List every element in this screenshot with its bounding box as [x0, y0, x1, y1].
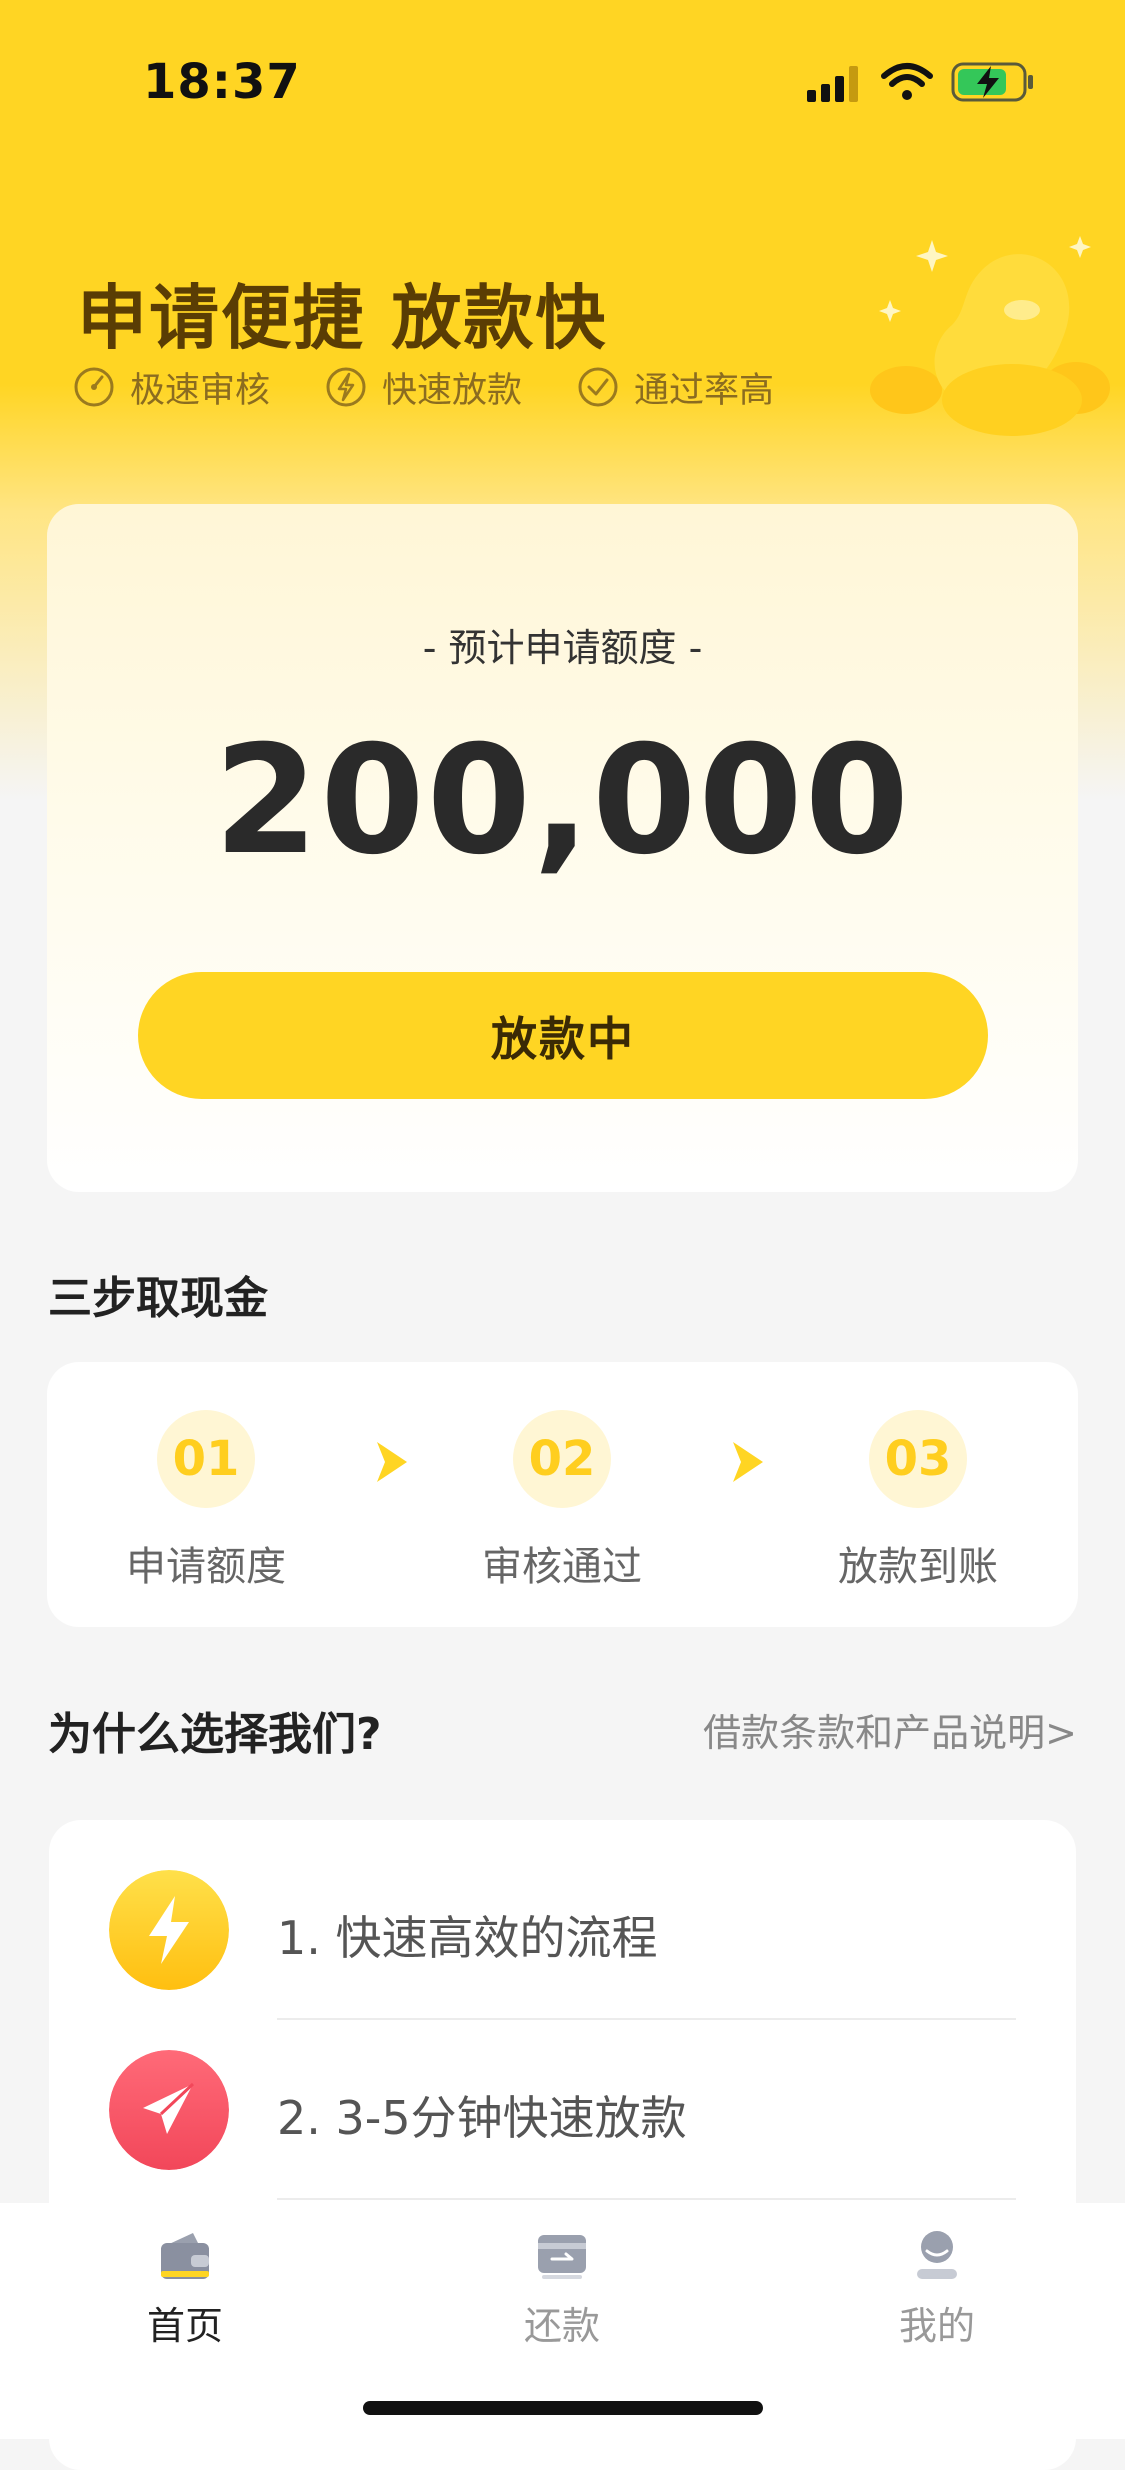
- tab-label: 首页: [146, 2304, 223, 2348]
- quota-amount: 200,000: [213, 714, 912, 888]
- why-title: 为什么选择我们?: [48, 1709, 382, 1760]
- quota-card: - 预计申请额度 - 200,000 放款中: [47, 504, 1078, 1192]
- feature-high-approval: 通过率高: [576, 362, 774, 412]
- wifi-icon: [881, 63, 933, 100]
- step-label: 放款到账: [838, 1544, 998, 1590]
- bean-decoration-icon: [870, 236, 1110, 436]
- arrow-right-icon: [733, 1442, 763, 1482]
- speedometer-icon: [74, 367, 114, 407]
- wallet-icon: [161, 2233, 209, 2279]
- quota-label: - 预计申请额度 -: [422, 626, 703, 670]
- why-item-text: 1. 快速高效的流程: [277, 1911, 658, 1965]
- tab-label: 我的: [898, 2304, 975, 2348]
- user-icon: [917, 2231, 957, 2279]
- check-circle-icon: [578, 367, 618, 407]
- battery-icon: [951, 62, 1033, 102]
- status-bar: 18:37: [0, 0, 1125, 140]
- terms-link[interactable]: 借款条款和产品说明>: [703, 1702, 1077, 1757]
- step-item: 03 放款到账: [798, 1410, 1038, 1592]
- hero-title: 申请便捷 放款快: [77, 277, 608, 359]
- feature-fast-loan: 快速放款: [324, 362, 522, 412]
- why-item: 1. 快速高效的流程: [49, 1840, 1076, 2020]
- home-indicator: [363, 2401, 763, 2415]
- step-number: 01: [157, 1410, 255, 1508]
- step-number: 03: [869, 1410, 967, 1508]
- tab-home[interactable]: 首页: [85, 2225, 285, 2350]
- feature-label: 快速放款: [382, 370, 523, 411]
- step-number: 02: [513, 1410, 611, 1508]
- step-item: 02 审核通过: [442, 1410, 682, 1592]
- tab-mine[interactable]: 我的: [837, 2225, 1037, 2350]
- status-time: 18:37: [143, 54, 301, 110]
- why-item-text: 2. 3-5分钟快速放款: [277, 2091, 687, 2145]
- loan-status-button[interactable]: 放款中: [138, 972, 988, 1099]
- lightning-icon: [109, 1870, 229, 1990]
- step-label: 申请额度: [126, 1544, 286, 1590]
- step-label: 审核通过: [482, 1544, 642, 1590]
- rocket-icon: [109, 2050, 229, 2170]
- signal-icon: [807, 66, 858, 102]
- feature-label: 极速审核: [130, 370, 271, 411]
- card-icon: [538, 2235, 586, 2279]
- tab-repay[interactable]: 还款: [462, 2225, 662, 2350]
- step-item: 01 申请额度: [86, 1410, 326, 1592]
- steps-card: 01 申请额度 02 审核通过 03 放款到账: [47, 1362, 1078, 1627]
- tab-label: 还款: [523, 2304, 600, 2348]
- feature-label: 通过率高: [634, 370, 775, 411]
- lightning-icon: [326, 367, 366, 407]
- feature-fast-review: 极速审核: [72, 362, 270, 412]
- why-item: 2. 3-5分钟快速放款: [49, 2020, 1076, 2200]
- arrow-right-icon: [377, 1442, 407, 1482]
- steps-title: 三步取现金: [48, 1273, 268, 1324]
- divider: [277, 2198, 1016, 2200]
